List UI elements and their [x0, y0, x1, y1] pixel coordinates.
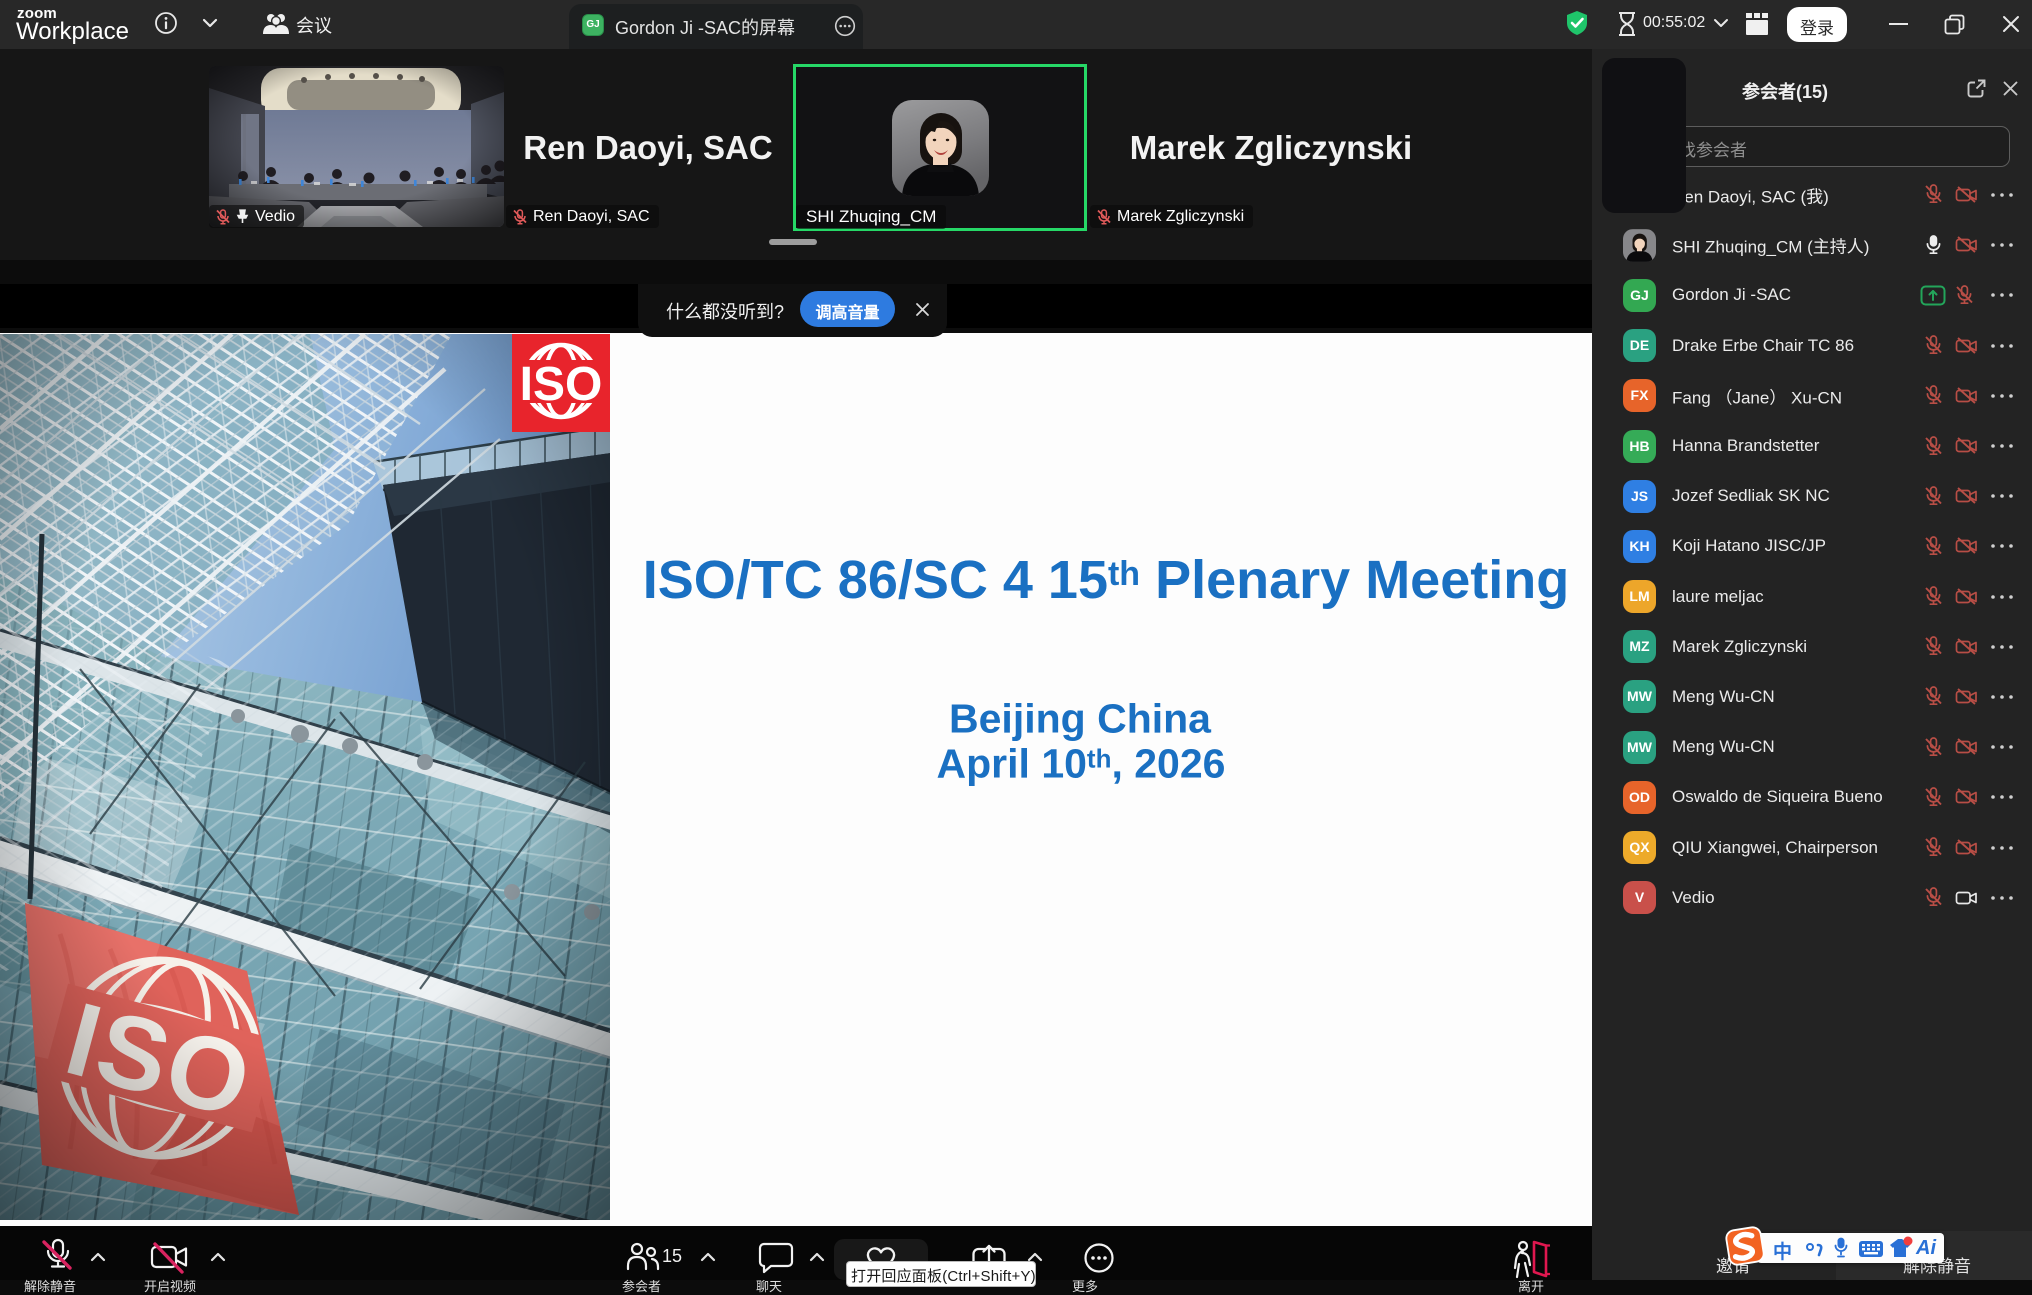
svg-text:ISO: ISO [520, 358, 603, 411]
